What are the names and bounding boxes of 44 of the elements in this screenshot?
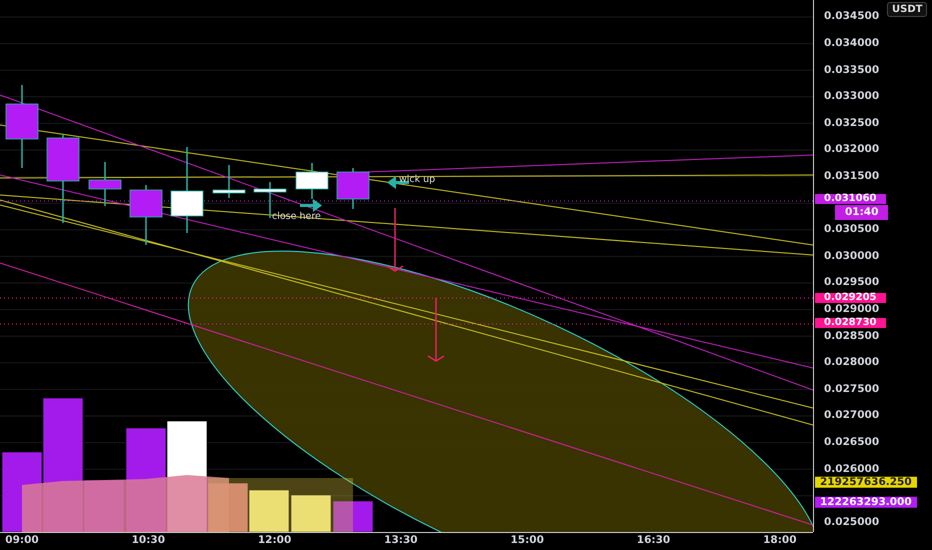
volume-bar [332,500,374,532]
price-tick-label: 0.027500 [824,384,880,394]
price-tick-label: 0.030500 [824,224,880,234]
price-tick-label: 0.027000 [824,410,880,421]
price-tick-label: 0.029500 [824,277,880,288]
price-label: 0.031060 [815,194,886,204]
candle [212,165,246,198]
currency-badge: USDT [887,2,928,17]
candle [336,168,370,209]
volume-bar [248,490,290,532]
price-tick-label: 0.026500 [824,436,880,448]
candle [88,162,122,206]
price-tick-label: 0.030000 [824,250,880,262]
price-tick-label: 0.034500 [824,11,880,22]
down-arrow [428,298,444,362]
price-tick-label: 0.028500 [824,330,880,341]
price-tick-label: 0.032500 [824,118,880,128]
time-tick-label: 16:30 [636,535,670,546]
time-tick-label: 12:00 [258,535,292,546]
price-tick-label: 0.026000 [824,463,880,474]
volume-label: 219257636.250 [815,476,917,488]
price-tick-label: 0.033500 [824,64,880,75]
price-tick-label: 0.034000 [824,38,880,48]
volume-label: 122263293.000 [815,496,917,508]
candle [296,163,328,199]
candle [130,185,162,245]
price-tick-label: 0.031500 [824,170,880,182]
price-tick-label: 0.032000 [824,144,880,155]
down-arrow [386,208,404,272]
time-tick-label: 09:00 [5,535,39,546]
price-tick-label: 0.028000 [824,356,880,368]
right-arrow [300,199,322,212]
countdown-label: 01:40 [835,205,888,220]
price-label: 0.028730 [815,318,886,328]
price-tick-label: 0.029000 [824,304,880,314]
price-tick-label: 0.025000 [824,516,880,528]
annotation-text: wick up [399,175,436,184]
time-tick-label: 13:30 [384,535,418,546]
price-label: 0.029205 [815,293,886,304]
time-tick-label: 18:00 [763,535,797,546]
time-tick-label: 15:00 [510,535,544,546]
time-tick-label: 10:30 [132,535,166,546]
price-tick-label: 0.033000 [824,90,880,102]
volume-bar [290,494,332,532]
